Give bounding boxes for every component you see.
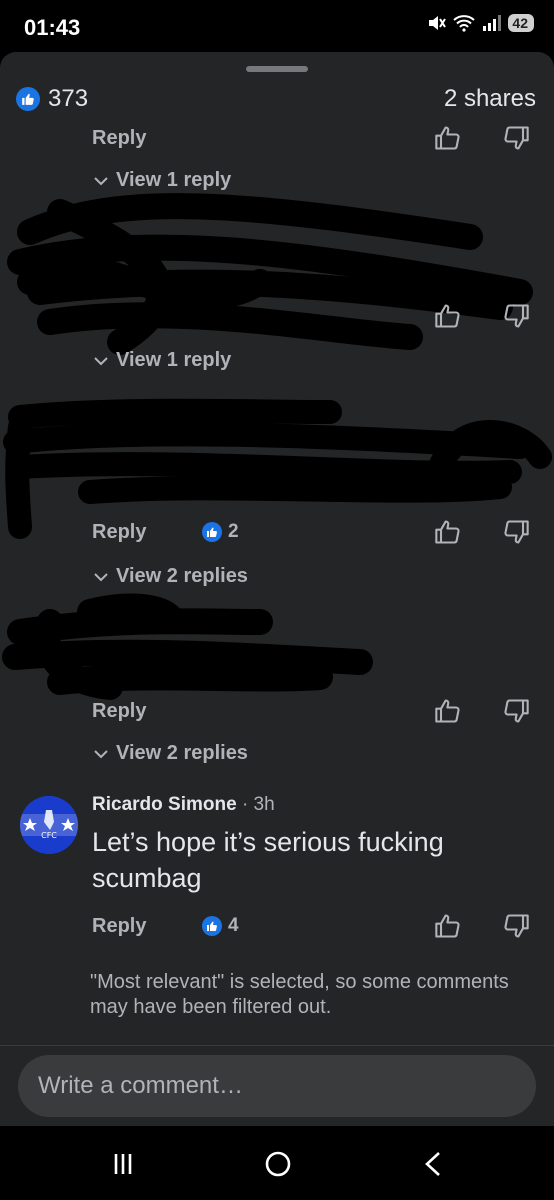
reply-button[interactable]: Reply bbox=[92, 521, 202, 544]
redaction-scribble bbox=[7, 193, 533, 355]
recent-apps-icon[interactable] bbox=[107, 1148, 139, 1180]
like-badge-icon bbox=[202, 916, 222, 936]
post-stats: 373 2 shares bbox=[16, 82, 536, 116]
reaction-count[interactable]: 2 bbox=[202, 521, 239, 543]
comment-time: · 3h bbox=[241, 794, 275, 815]
status-icons: 42 bbox=[426, 14, 534, 32]
thumbs-down-icon[interactable] bbox=[502, 518, 530, 546]
chelsea-crest-icon: CFC bbox=[20, 796, 78, 854]
comment-meta: Ricardo Simone · 3h bbox=[92, 794, 275, 816]
vote-buttons bbox=[434, 697, 530, 725]
chevron-down-icon bbox=[94, 749, 108, 758]
shares-count[interactable]: 2 shares bbox=[444, 85, 536, 113]
vote-buttons bbox=[434, 302, 530, 330]
battery-indicator: 42 bbox=[508, 14, 534, 32]
vote-buttons bbox=[434, 518, 530, 546]
thumbs-up-icon[interactable] bbox=[434, 302, 462, 330]
mute-icon bbox=[429, 16, 447, 30]
filter-notice: "Most relevant" is selected, so some com… bbox=[90, 971, 509, 1018]
view-replies-label: View 1 reply bbox=[116, 349, 232, 371]
vote-buttons bbox=[434, 912, 530, 940]
reply-button[interactable]: Reply bbox=[92, 127, 202, 150]
thumbs-up-icon[interactable] bbox=[434, 124, 462, 152]
home-icon[interactable] bbox=[262, 1148, 294, 1180]
sheet-grabber[interactable] bbox=[246, 66, 308, 72]
signal-icon bbox=[483, 15, 502, 31]
view-replies-link[interactable]: View 1 reply bbox=[94, 349, 231, 372]
reaction-count-value: 4 bbox=[228, 915, 239, 936]
reaction-count[interactable]: 4 bbox=[202, 915, 239, 937]
back-icon[interactable] bbox=[418, 1148, 450, 1180]
status-time: 01:43 bbox=[24, 15, 81, 40]
thread-4-actions: Reply bbox=[92, 695, 530, 727]
comment-author[interactable]: Ricardo Simone bbox=[92, 794, 237, 815]
comment-input[interactable]: Write a comment… bbox=[18, 1055, 536, 1117]
wifi-icon bbox=[453, 15, 476, 32]
chevron-down-icon bbox=[94, 572, 108, 581]
chevron-down-icon bbox=[94, 176, 108, 185]
thread-2-actions bbox=[92, 300, 530, 332]
view-replies-label: View 2 replies bbox=[116, 742, 248, 764]
view-replies-label: View 2 replies bbox=[116, 565, 248, 587]
status-bar: 01:43 42 bbox=[0, 0, 554, 52]
reply-button[interactable]: Reply bbox=[92, 915, 202, 938]
comment-actions: Reply 4 bbox=[92, 910, 530, 942]
view-replies-link[interactable]: View 1 reply bbox=[94, 169, 231, 192]
navigation-bar bbox=[0, 1126, 554, 1200]
thumbs-up-icon[interactable] bbox=[434, 912, 462, 940]
likes-count: 373 bbox=[48, 85, 89, 112]
redaction-scribble bbox=[2, 593, 373, 700]
avatar[interactable]: CFC bbox=[20, 796, 78, 854]
avatar-label: CFC bbox=[41, 831, 57, 840]
reaction-count-value: 2 bbox=[228, 521, 239, 542]
view-replies-link[interactable]: View 2 replies bbox=[94, 565, 248, 588]
chevron-down-icon bbox=[94, 356, 108, 365]
post-likes[interactable]: 373 bbox=[16, 85, 88, 113]
thumbs-down-icon[interactable] bbox=[502, 124, 530, 152]
view-replies-label: View 1 reply bbox=[116, 169, 232, 191]
thread-1-actions: Reply bbox=[92, 122, 530, 154]
thread-3-actions: Reply 2 bbox=[92, 516, 530, 548]
reply-button[interactable]: Reply bbox=[92, 700, 202, 723]
like-badge-icon bbox=[16, 87, 40, 111]
vote-buttons bbox=[434, 124, 530, 152]
divider bbox=[0, 1045, 554, 1046]
view-replies-link[interactable]: View 2 replies bbox=[94, 742, 248, 765]
comment-text: Let’s hope it’s serious fucking scumbag bbox=[92, 827, 444, 893]
comments-sheet: 373 2 shares Reply View 1 reply View 1 r… bbox=[0, 52, 554, 1126]
thumbs-down-icon[interactable] bbox=[502, 697, 530, 725]
thumbs-down-icon[interactable] bbox=[502, 912, 530, 940]
thumbs-up-icon[interactable] bbox=[434, 697, 462, 725]
thumbs-up-icon[interactable] bbox=[434, 518, 462, 546]
like-badge-icon bbox=[202, 522, 222, 542]
thumbs-down-icon[interactable] bbox=[502, 302, 530, 330]
